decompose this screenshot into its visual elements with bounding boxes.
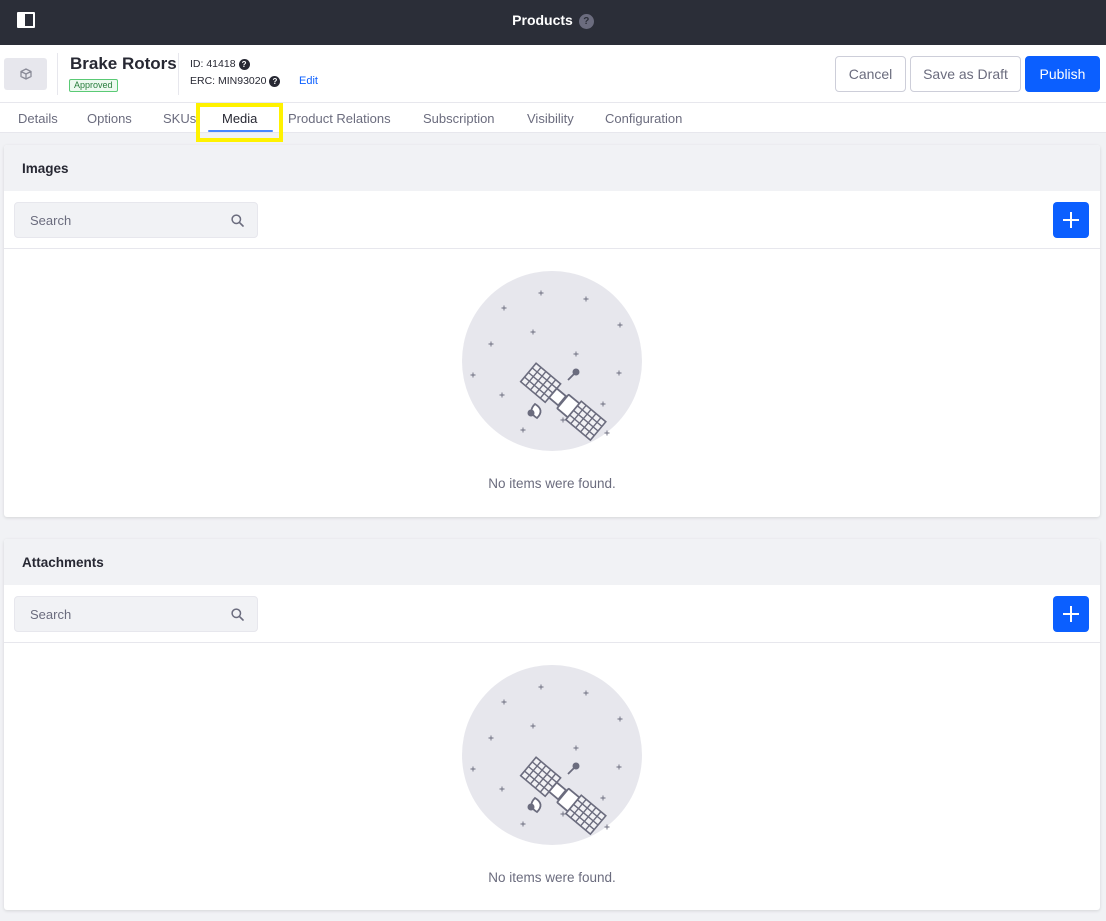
publish-button[interactable]: Publish xyxy=(1025,56,1100,92)
product-id-line: ID: 41418? xyxy=(190,58,250,70)
top-bar-title-wrap: Products? xyxy=(0,12,1106,29)
header-divider xyxy=(57,53,58,95)
top-bar: Products? xyxy=(0,0,1106,45)
product-name: Brake Rotors xyxy=(70,54,177,73)
header-divider xyxy=(178,53,179,95)
cancel-button[interactable]: Cancel xyxy=(835,56,906,92)
product-erc: ERC: MIN93020 xyxy=(190,75,267,87)
tab-skus[interactable]: SKUs xyxy=(163,111,196,126)
images-panel-title: Images xyxy=(22,161,69,176)
id-help-icon[interactable]: ? xyxy=(238,59,250,70)
edit-erc-link[interactable]: Edit xyxy=(299,75,318,87)
tab-product-relations[interactable]: Product Relations xyxy=(288,111,391,126)
tab-details[interactable]: Details xyxy=(18,111,58,126)
search-icon[interactable] xyxy=(231,608,244,621)
images-panel: Images No items were found. xyxy=(4,145,1100,517)
tab-media[interactable]: Media xyxy=(222,111,257,126)
tab-subscription[interactable]: Subscription xyxy=(423,111,495,126)
product-id: ID: 41418 xyxy=(190,58,236,70)
active-tab-indicator xyxy=(208,130,273,132)
product-box-icon xyxy=(19,68,32,80)
attachments-empty-message: No items were found. xyxy=(488,870,616,885)
tab-options[interactable]: Options xyxy=(87,111,132,126)
status-badge: Approved xyxy=(69,79,118,92)
add-attachment-button[interactable] xyxy=(1053,596,1089,632)
satellite-empty-state-icon xyxy=(462,665,642,845)
attachments-search-box xyxy=(14,596,258,632)
tab-bar: Details Options SKUs Media Product Relat… xyxy=(0,103,1106,133)
attachments-toolbar xyxy=(4,585,1100,643)
images-empty-message: No items were found. xyxy=(488,476,616,491)
tab-configuration[interactable]: Configuration xyxy=(605,111,682,126)
images-panel-header: Images xyxy=(4,145,1100,191)
product-thumbnail xyxy=(4,58,47,90)
images-search-box xyxy=(14,202,258,238)
erc-help-icon[interactable]: ? xyxy=(269,76,281,87)
page-title: Products xyxy=(512,12,573,28)
product-header: Brake Rotors Approved ID: 41418? ERC: MI… xyxy=(0,45,1106,103)
attachments-panel-title: Attachments xyxy=(22,555,104,570)
attachments-search-input[interactable] xyxy=(15,597,220,631)
product-erc-line: ERC: MIN93020? xyxy=(190,75,281,87)
satellite-empty-state-icon xyxy=(462,271,642,451)
attachments-panel: Attachments No items were found. xyxy=(4,539,1100,910)
help-icon[interactable]: ? xyxy=(578,14,594,29)
images-search-input[interactable] xyxy=(15,203,220,237)
search-icon[interactable] xyxy=(231,214,244,227)
images-toolbar xyxy=(4,191,1100,249)
save-as-draft-button[interactable]: Save as Draft xyxy=(910,56,1021,92)
add-image-button[interactable] xyxy=(1053,202,1089,238)
attachments-panel-header: Attachments xyxy=(4,539,1100,585)
tab-visibility[interactable]: Visibility xyxy=(527,111,574,126)
